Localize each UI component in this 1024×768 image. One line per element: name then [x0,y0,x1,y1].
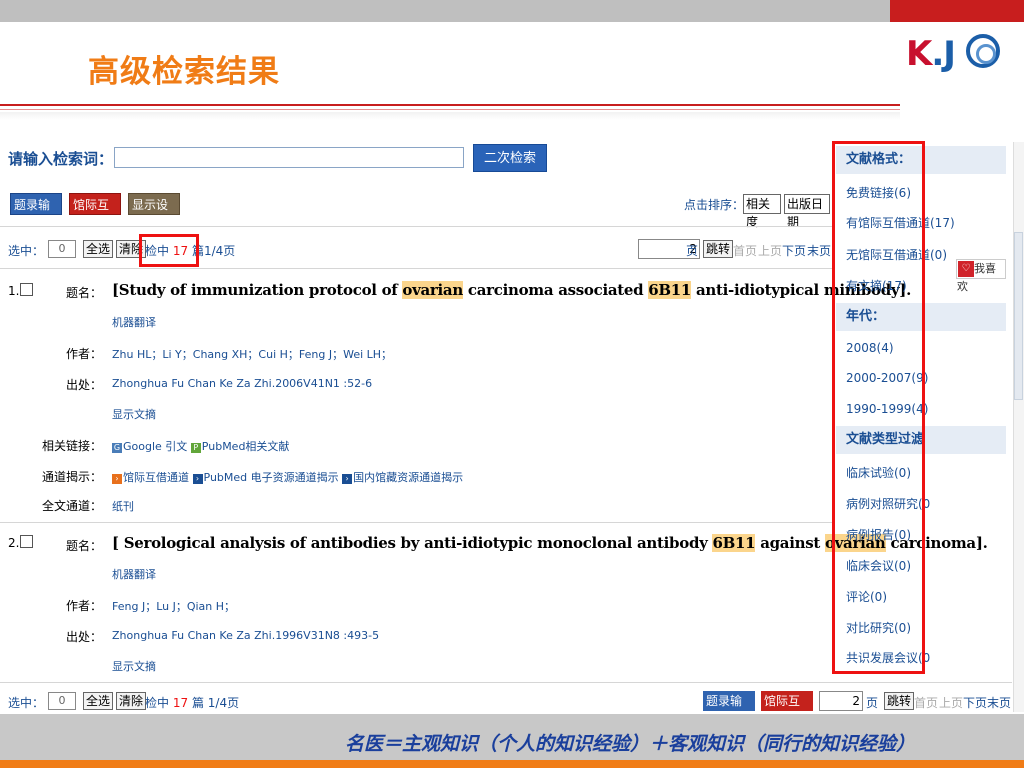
record-2-machine-translate[interactable]: 机器翻译 [112,566,156,582]
sort-date-button[interactable]: 出版日期 [784,194,830,229]
title-label: 题名： [65,286,102,300]
ill-channel-link[interactable]: 馆际互借通道 [123,471,189,484]
record-2-authors[interactable]: Feng J；Lu J；Qian H； [112,598,235,614]
record-2-checkbox[interactable] [20,535,34,548]
record-1-machine-translate[interactable]: 机器翻译 [112,314,156,330]
bottom-clear-button[interactable]: 清除 [116,692,147,710]
hits-highlight-box [139,234,199,267]
channel-label: 通道揭示： [41,470,102,484]
bottom-jump-button[interactable]: 跳转 [884,692,915,710]
top-gray-bar [0,0,890,22]
bottom-page-unit: 页 [866,696,879,710]
related-label: 相关链接： [41,439,102,453]
like-button[interactable]: ♡ 我喜欢 [956,259,1006,293]
author-label: 作者： [65,347,102,361]
top-red-bar [890,0,1024,22]
slide-title: 高级检索结果 [88,54,280,90]
bottom-ill-button[interactable]: 馆际互借 [761,691,813,728]
record-2-show-abstract[interactable]: 显示文摘 [112,658,156,674]
record-divider [0,522,832,523]
arrow-icon: › [342,474,353,484]
record-2-index: 2. [8,535,34,550]
bottom-first-page-link[interactable]: 首页 [914,694,938,711]
divider-shadow [0,112,900,120]
record-1-checkbox[interactable] [20,283,34,296]
footer-orange-bar [0,760,1024,768]
record-1-show-abstract[interactable]: 显示文摘 [112,406,156,422]
display-settings-button[interactable]: 显示设置 [128,193,180,234]
footer-motto: 名医＝主观知识（个人的知识经验）＋客观知识（同行的知识经验） [345,733,916,755]
record-1-source[interactable]: Zhonghua Fu Chan Ke Za Zhi.2006V41N1 :52… [112,377,372,390]
select-all-button[interactable]: 全选 [83,240,114,258]
bottom-last-page-link[interactable]: 末页 [987,694,1011,711]
bottom-divider [0,682,1012,683]
prev-page-link[interactable]: 上页 [758,242,782,259]
record-1-index: 1. [8,283,34,298]
jump-button[interactable]: 跳转 [703,240,734,258]
sort-label: 点击排序： [684,198,745,212]
source-label: 出处： [65,378,102,392]
search-input[interactable] [114,147,464,168]
fulltext-label: 全文通道： [41,499,102,513]
first-page-link[interactable]: 首页 [733,242,757,259]
bottom-page-input[interactable]: 2 [819,691,863,711]
bottom-selected-label: 选中： [8,696,45,710]
heart-icon: ♡ [958,261,974,277]
results-divider [0,268,832,269]
toolbar-divider [0,226,832,227]
selected-count: 0 [48,240,76,258]
record-1-fulltext[interactable]: 纸刊 [112,498,134,514]
kjc-logo: K.J [906,34,956,74]
interlibrary-loan-button[interactable]: 馆际互借 [69,193,121,234]
next-page-link[interactable]: 下页 [782,242,806,259]
record-1-channels: › 馆际互借通道 › PubMed 电子资源通道揭示 › 国内馆藏资源通道揭示 [112,469,463,485]
bottom-hits-summary: 检中 17 篇 1/4页 [145,696,240,710]
title-divider-thin [0,109,900,110]
title-label: 题名： [65,539,102,553]
last-page-link[interactable]: 末页 [807,242,831,259]
pubmed-related-link[interactable]: PubMed相关文献 [202,440,290,453]
bottom-export-button[interactable]: 题录输出 [703,691,755,728]
export-button[interactable]: 题录输出 [10,193,62,234]
sidebar-highlight-box [832,141,925,674]
arrow-icon: › [192,474,203,484]
pubmed-icon: P [190,443,201,453]
bottom-select-all-button[interactable]: 全选 [83,692,114,710]
page-unit: 页 [686,244,699,258]
record-2-source[interactable]: Zhonghua Fu Chan Ke Za Zhi.1996V31N8 :49… [112,629,379,642]
record-1-authors[interactable]: Zhu HL；Li Y；Chang XH；Cui H；Feng J；Wei LH… [112,346,392,362]
sort-relevance-button[interactable]: 相关度 [743,194,781,229]
scrollbar[interactable] [1013,142,1024,712]
scrollbar-thumb[interactable] [1014,232,1023,400]
title-divider [0,104,900,106]
secondary-search-button[interactable]: 二次检索 [473,144,547,172]
arrow-icon: › [112,474,122,484]
google-icon: G [112,443,122,453]
logo-ring-icon [966,34,1000,68]
author-label: 作者： [65,599,102,613]
pubmed-channel-link[interactable]: PubMed 电子资源通道揭示 [204,471,339,484]
domestic-channel-link[interactable]: 国内馆藏资源通道揭示 [353,471,463,484]
source-label: 出处： [65,630,102,644]
google-citation-link[interactable]: Google 引文 [123,440,187,453]
selected-label: 选中： [8,244,45,258]
record-1-title[interactable]: [Study of immunization protocol of ovari… [112,281,911,299]
bottom-prev-page-link[interactable]: 上页 [939,694,963,711]
record-1-related-links: G Google 引文 P PubMed相关文献 [112,438,289,454]
bottom-next-page-link[interactable]: 下页 [963,694,987,711]
bottom-selected-count: 0 [48,692,76,710]
search-label: 请输入检索词： [8,150,114,168]
